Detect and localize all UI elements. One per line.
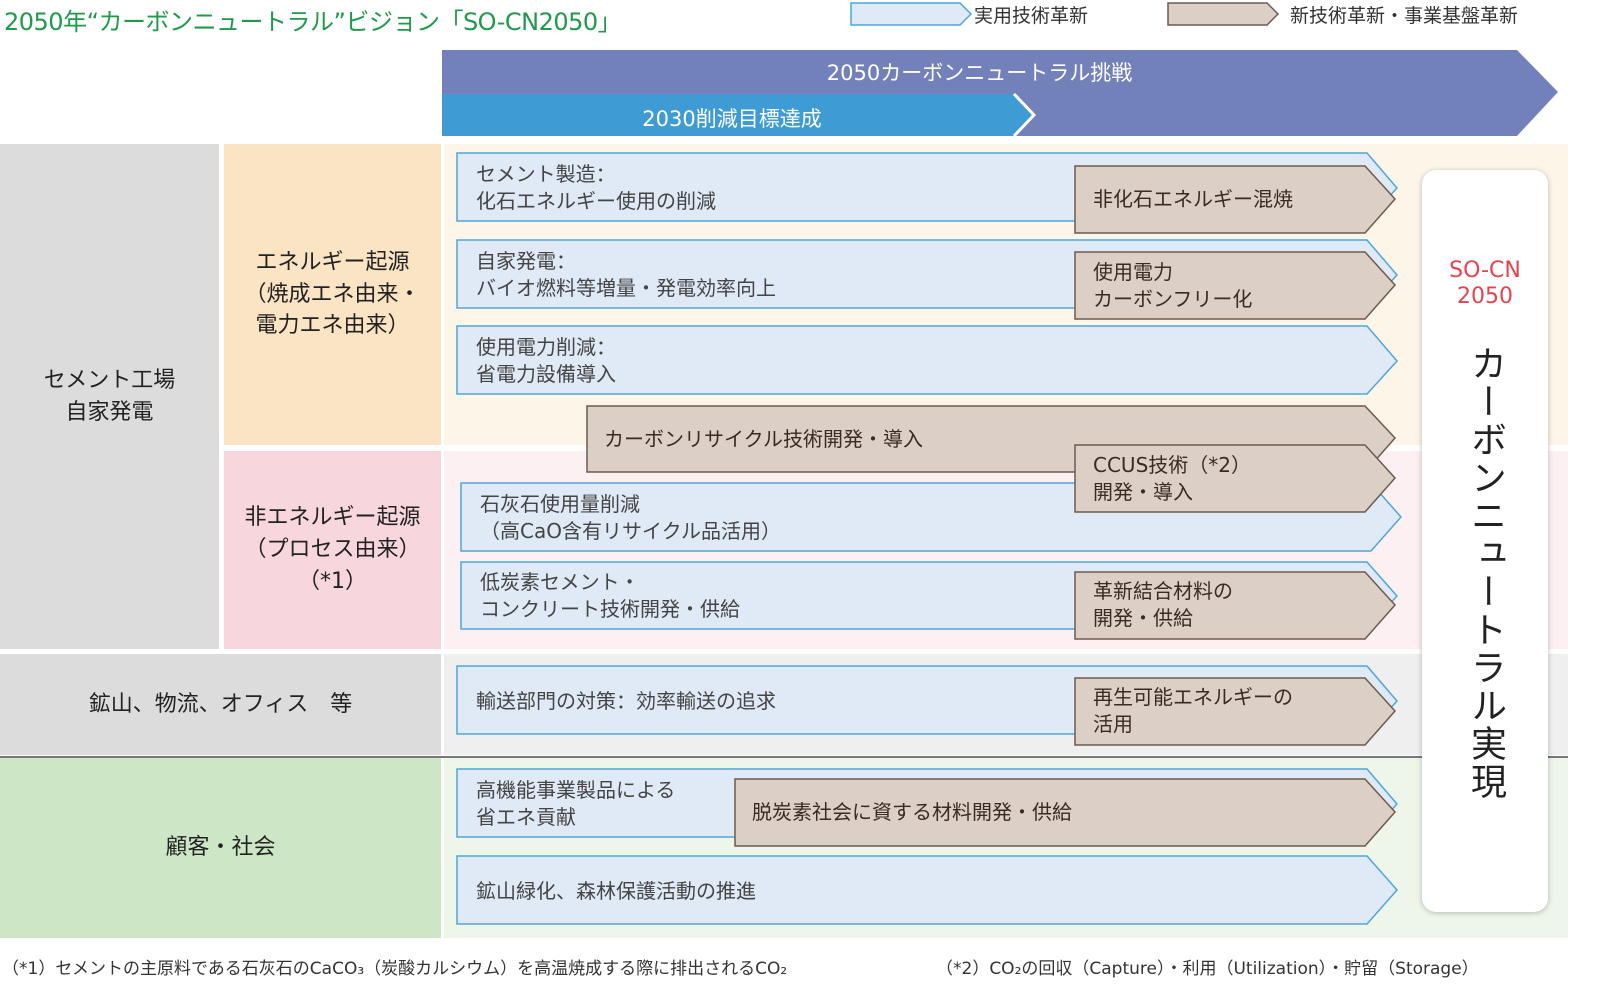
brown-decarb-label: 脱炭素社会に資する材料開発・供給 bbox=[752, 800, 1072, 824]
goal-text-wrap: カーボンニュートラル実現 bbox=[1422, 345, 1548, 801]
footnote-1: （*1）セメントの主原料である石灰石のCaCO₃（炭酸カルシウム）を高温焼成する… bbox=[2, 959, 788, 979]
goal-brand: SO-CN 2050 bbox=[1449, 258, 1521, 310]
category-energy: エネルギー起源 （焼成エネ由来・ 電力エネ由来） bbox=[224, 144, 441, 445]
brown-renewable-label: 再生可能エネルギーの 活用 bbox=[1093, 685, 1293, 736]
brown-carbonfree-label: 使用電力 カーボンフリー化 bbox=[1093, 260, 1253, 311]
footnote-2: （*2）CO₂の回収（Capture）・利用（Utilization）・貯留（S… bbox=[936, 959, 1479, 979]
goal-text: カーボンニュートラル実現 bbox=[1465, 345, 1506, 801]
banner-2030: 2030削減目標達成 bbox=[642, 107, 822, 131]
legend-newtech-swatch bbox=[1167, 2, 1280, 26]
brown-material-label: 革新結合材料の 開発・供給 bbox=[1093, 579, 1233, 630]
brown-ccus-label: CCUS技術（*2） 開発・導入 bbox=[1093, 453, 1251, 504]
legend-newtech-label: 新技術革新・事業基盤革新 bbox=[1290, 5, 1519, 27]
legend-practical-label: 実用技術革新 bbox=[974, 5, 1089, 27]
goal-box: SO-CN 2050 カーボンニュートラル実現 bbox=[1422, 170, 1548, 912]
page-title: 2050年“カーボンニュートラル”ビジョン「SO-CN2050」 bbox=[4, 8, 622, 36]
brown-nonfossil-label: 非化石エネルギー混焼 bbox=[1093, 187, 1293, 211]
legend-practical-swatch bbox=[850, 2, 973, 26]
category-mining: 鉱山、物流、オフィス 等 bbox=[0, 654, 441, 755]
category-plant: セメント工場 自家発電 bbox=[0, 144, 219, 649]
banner-cn2050: 2050カーボンニュートラル挑戦 bbox=[826, 61, 1133, 85]
category-non-energy: 非エネルギー起源 （プロセス由来） （*1） bbox=[224, 451, 441, 649]
brown-recycle-label: カーボンリサイクル技術開発・導入 bbox=[604, 427, 923, 451]
bar-greening-label: 鉱山緑化、森林保護活動の推進 bbox=[476, 879, 756, 903]
category-customer: 顧客・社会 bbox=[0, 758, 441, 938]
newtech-bars bbox=[586, 165, 1397, 847]
